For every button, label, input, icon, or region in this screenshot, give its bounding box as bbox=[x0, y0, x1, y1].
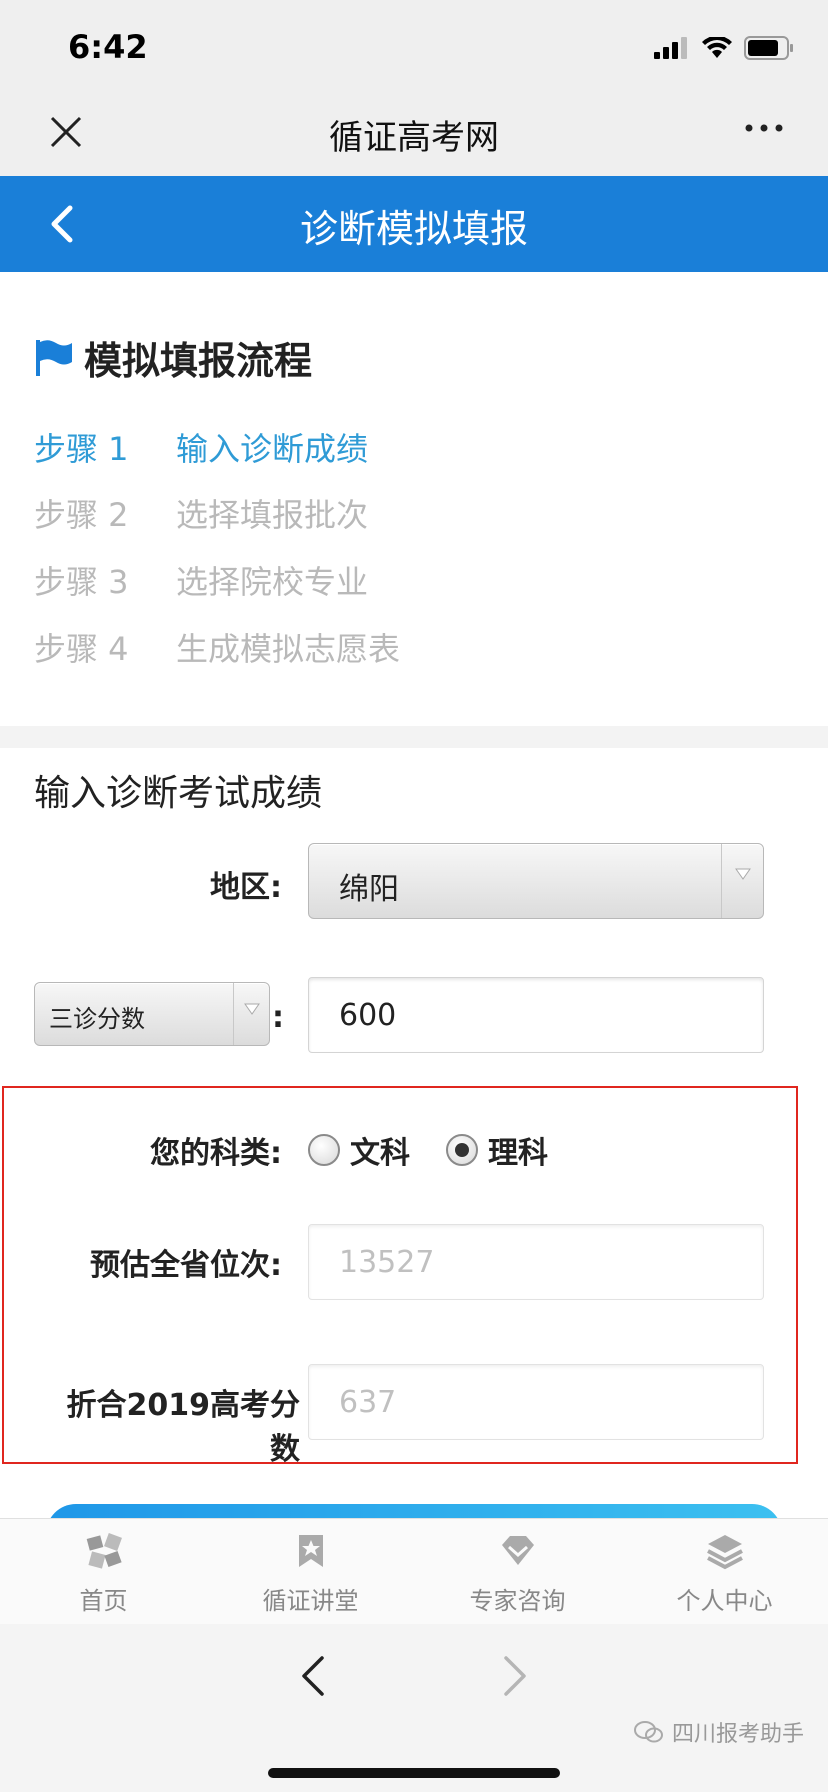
region-label: 地区: bbox=[210, 870, 282, 905]
rank-label: 预估全省位次: bbox=[90, 1248, 282, 1283]
region-select[interactable]: 绵阳 bbox=[308, 843, 764, 919]
step-label: 输入诊断成绩 bbox=[176, 430, 369, 468]
page-header: 诊断模拟填报 bbox=[0, 176, 828, 272]
diamond-icon bbox=[501, 1536, 534, 1565]
step-4: 步骤 4 生成模拟志愿表 bbox=[34, 624, 400, 670]
layers-icon bbox=[706, 1535, 743, 1570]
exam-colon: : bbox=[272, 1000, 284, 1035]
tab-profile[interactable]: 个人中心 bbox=[621, 1519, 828, 1624]
status-icons bbox=[654, 36, 794, 60]
watermark-text: 四川报考助手 bbox=[671, 1722, 804, 1747]
region-select-arrow bbox=[721, 844, 763, 918]
tab-bar: 首页 循证讲堂 专家咨询 个人中心 bbox=[0, 1518, 828, 1624]
exam-type-select[interactable]: 三诊分数 bbox=[34, 982, 270, 1046]
nav-back-icon[interactable] bbox=[300, 1654, 326, 1698]
section-divider bbox=[0, 726, 828, 748]
radio-wenke-label[interactable]: 文科 bbox=[350, 1128, 410, 1172]
radio-like[interactable] bbox=[446, 1134, 478, 1166]
browser-nav-bar: 四川报考助手 bbox=[0, 1624, 828, 1792]
wifi-icon bbox=[702, 37, 732, 58]
wechat-title: 循证高考网 bbox=[329, 118, 499, 158]
subject-radio-group: 文科 理科 bbox=[308, 1128, 584, 1172]
flow-header: 模拟填报流程 bbox=[34, 330, 312, 385]
step-number: 步骤 3 bbox=[34, 563, 129, 601]
exam-type-arrow bbox=[233, 983, 269, 1045]
flow-title: 模拟填报流程 bbox=[84, 339, 313, 383]
status-time: 6:42 bbox=[68, 28, 148, 66]
step-3: 步骤 3 选择院校专业 bbox=[34, 557, 368, 603]
step-label: 选择填报批次 bbox=[176, 496, 369, 534]
tab-label: 专家咨询 bbox=[469, 1587, 566, 1615]
step-label: 生成模拟志愿表 bbox=[176, 630, 401, 668]
status-bar: 6:42 bbox=[0, 0, 828, 88]
step-number: 步骤 4 bbox=[34, 630, 129, 668]
step-number: 步骤 2 bbox=[34, 496, 129, 534]
radio-like-label[interactable]: 理科 bbox=[488, 1128, 548, 1172]
flag-icon bbox=[36, 339, 72, 376]
radio-wenke[interactable] bbox=[308, 1134, 340, 1166]
wechat-header: 循证高考网 bbox=[0, 88, 828, 176]
step-number: 步骤 1 bbox=[34, 430, 129, 468]
chevron-down-icon bbox=[244, 1003, 260, 1015]
wechat-icon bbox=[633, 1721, 663, 1743]
tab-home[interactable]: 首页 bbox=[0, 1519, 207, 1624]
flow-section: 模拟填报流程 步骤 1 输入诊断成绩 步骤 2 选择填报批次 步骤 3 选择院校专业 … bbox=[0, 272, 828, 726]
bookmark-star-icon bbox=[298, 1535, 323, 1567]
step-1: 步骤 1 输入诊断成绩 bbox=[34, 424, 368, 470]
nav-forward-icon[interactable] bbox=[502, 1654, 528, 1698]
converted-score-label: 折合2019高考分数 bbox=[66, 1388, 301, 1467]
signal-icon bbox=[654, 37, 687, 59]
tab-label: 循证讲堂 bbox=[262, 1587, 359, 1615]
converted-score-field bbox=[308, 1364, 764, 1440]
tab-label: 首页 bbox=[79, 1587, 128, 1615]
step-2: 步骤 2 选择填报批次 bbox=[34, 490, 368, 536]
rank-field bbox=[308, 1224, 764, 1300]
chevron-down-icon bbox=[735, 868, 751, 880]
more-icon[interactable] bbox=[744, 118, 784, 138]
tab-consult[interactable]: 专家咨询 bbox=[414, 1519, 621, 1624]
score-form-title: 输入诊断考试成绩 bbox=[34, 773, 323, 814]
exam-type-value: 三诊分数 bbox=[49, 1005, 145, 1033]
page-title: 诊断模拟填报 bbox=[299, 207, 528, 251]
home-indicator bbox=[268, 1768, 560, 1778]
watermark: 四川报考助手 bbox=[633, 1716, 804, 1748]
score-input[interactable] bbox=[308, 977, 764, 1053]
battery-icon bbox=[744, 36, 793, 60]
tab-lecture[interactable]: 循证讲堂 bbox=[207, 1519, 414, 1624]
step-label: 选择院校专业 bbox=[176, 563, 369, 601]
home-icon bbox=[86, 1533, 122, 1569]
subject-label: 您的科类: bbox=[150, 1136, 282, 1171]
tab-label: 个人中心 bbox=[676, 1587, 773, 1615]
region-select-value: 绵阳 bbox=[339, 872, 399, 907]
